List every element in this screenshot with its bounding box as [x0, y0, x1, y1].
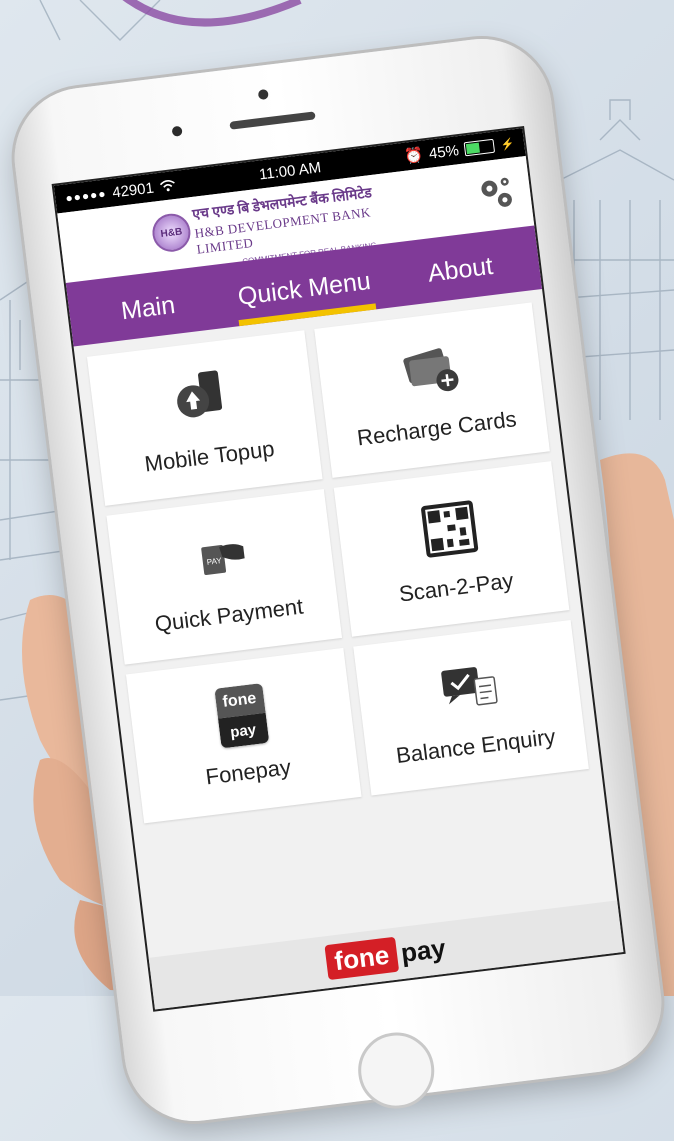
recharge-cards-icon: [402, 348, 458, 392]
earpiece-speaker: [229, 111, 316, 130]
phone: ●●●●● 42901 11:00 AM ⏰ 45% ⚡ H&B एच एण्ड…: [0, 0, 674, 1130]
alarm-icon: ⏰: [403, 146, 425, 166]
signal-dots-icon: ●●●●●: [64, 186, 108, 206]
carrier-text: 42901: [111, 179, 155, 202]
recharge-cards-tile[interactable]: Recharge Cards: [314, 302, 550, 478]
mobile-topup-label: Mobile Topup: [143, 435, 276, 477]
phone-body: ●●●●● 42901 11:00 AM ⏰ 45% ⚡ H&B एच एण्ड…: [6, 30, 670, 1130]
battery-percent: 45%: [427, 141, 460, 163]
gear-icon: [481, 177, 512, 207]
balance-enquiry-icon: [440, 667, 498, 706]
quick-payment-tile[interactable]: PAY Quick Payment: [106, 489, 343, 665]
mobile-topup-tile[interactable]: Mobile Topup: [86, 330, 323, 506]
bottom-bar: fone pay: [148, 900, 624, 1010]
qr-code-icon: [420, 500, 478, 558]
home-button[interactable]: [353, 1028, 439, 1113]
app-screen: ●●●●● 42901 11:00 AM ⏰ 45% ⚡ H&B एच एण्ड…: [51, 125, 626, 1012]
balance-enquiry-label: Balance Enquiry: [394, 723, 557, 769]
wifi-icon: [159, 180, 175, 192]
sensor-icon: [171, 125, 183, 137]
fonepay-icon-bottom: pay: [217, 712, 269, 749]
balance-enquiry-tile[interactable]: Balance Enquiry: [353, 619, 589, 796]
bank-logo: H&B: [150, 211, 193, 254]
charging-icon: ⚡: [499, 137, 515, 152]
battery-level: [466, 142, 480, 155]
status-time: 11:00 AM: [258, 158, 322, 184]
svg-text:PAY: PAY: [206, 556, 222, 567]
battery-icon: [463, 138, 496, 157]
scan-2-pay-label: Scan-2-Pay: [397, 567, 515, 607]
fonepay-label: Fonepay: [204, 754, 293, 790]
quick-menu-grid: Mobile Topup Recharge Cards PAY Quick Pa…: [74, 289, 603, 837]
fonepay-icon: fone pay: [213, 683, 269, 749]
brand-pay-text: pay: [399, 932, 448, 968]
settings-button[interactable]: [474, 172, 519, 217]
quick-payment-label: Quick Payment: [153, 593, 305, 637]
brand-fone-text: fone: [324, 936, 400, 980]
fonepay-brand-logo: fone pay: [324, 930, 448, 980]
recharge-cards-label: Recharge Cards: [355, 406, 518, 451]
fonepay-tile[interactable]: fone pay Fonepay: [125, 647, 362, 824]
mobile-topup-icon: [176, 370, 222, 418]
quick-payment-icon: PAY: [200, 544, 245, 576]
front-camera-icon: [257, 88, 269, 101]
scan-2-pay-tile[interactable]: Scan-2-Pay: [333, 461, 570, 637]
